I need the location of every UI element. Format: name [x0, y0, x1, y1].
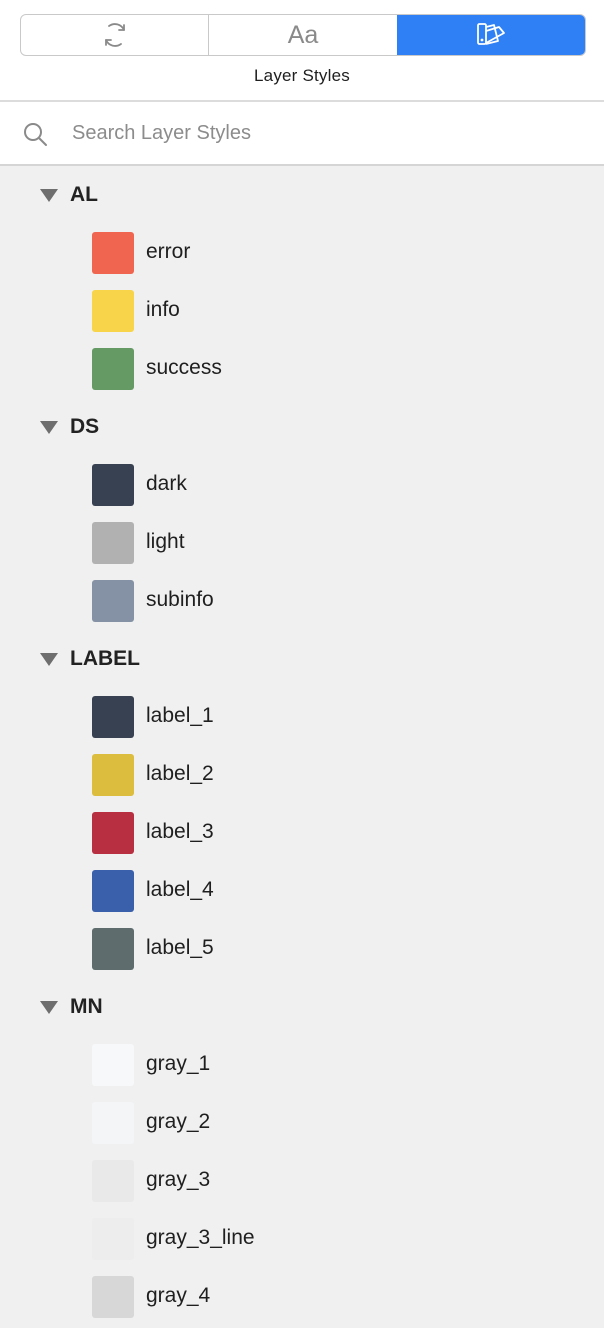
sync-icon — [104, 23, 125, 47]
style-item-gray-3[interactable]: gray_3 — [0, 1152, 604, 1210]
style-label: info — [146, 298, 180, 321]
color-swatch — [92, 870, 134, 912]
style-label: gray_2 — [146, 1110, 211, 1133]
style-label: gray_4 — [146, 1284, 211, 1307]
style-label: light — [146, 530, 185, 553]
color-swatch — [92, 1160, 134, 1202]
group-header-al[interactable]: AL — [0, 166, 604, 224]
style-item-label-1[interactable]: label_1 — [0, 688, 604, 746]
disclosure-triangle-icon[interactable] — [40, 653, 58, 666]
style-label: gray_3_line — [146, 1226, 255, 1249]
group-label: DS — [70, 415, 100, 438]
style-label: gray_3 — [146, 1168, 211, 1191]
style-item-success[interactable]: success — [0, 340, 604, 398]
text-style-icon: Aa — [287, 20, 319, 49]
tab-layer-styles[interactable] — [396, 15, 585, 55]
disclosure-triangle-icon[interactable] — [40, 421, 58, 434]
style-item-error[interactable]: error — [0, 224, 604, 282]
search-bar — [0, 102, 604, 164]
color-swatch — [92, 696, 134, 738]
style-label: success — [146, 356, 222, 379]
disclosure-triangle-icon[interactable] — [40, 1001, 58, 1014]
style-label: label_5 — [146, 936, 214, 959]
style-item-gray-3-line[interactable]: gray_3_line — [0, 1210, 604, 1268]
style-item-gray-4[interactable]: gray_4 — [0, 1268, 604, 1326]
panel-title: Layer Styles — [254, 66, 350, 85]
search-input[interactable] — [72, 114, 572, 152]
color-swatch — [92, 754, 134, 796]
color-swatch — [92, 464, 134, 506]
color-swatch — [92, 522, 134, 564]
color-swatch — [92, 580, 134, 622]
inspector-tab-switcher: Aa — [20, 14, 586, 56]
color-swatch — [92, 1102, 134, 1144]
color-swatch — [92, 812, 134, 854]
style-label: label_2 — [146, 762, 214, 785]
layer-styles-icon — [477, 23, 506, 45]
group-label: LABEL — [70, 647, 140, 670]
color-swatch — [92, 1044, 134, 1086]
search-icon — [24, 123, 47, 146]
tab-text-styles[interactable]: Aa — [208, 15, 396, 55]
style-item-gray-1[interactable]: gray_1 — [0, 1036, 604, 1094]
color-swatch — [92, 232, 134, 274]
style-item-label-4[interactable]: label_4 — [0, 862, 604, 920]
style-item-label-5[interactable]: label_5 — [0, 920, 604, 978]
style-item-gray-2[interactable]: gray_2 — [0, 1094, 604, 1152]
style-item-label-3[interactable]: label_3 — [0, 804, 604, 862]
style-label: label_4 — [146, 878, 214, 901]
color-swatch — [92, 1276, 134, 1318]
group-label: AL — [70, 183, 98, 206]
group-header-label[interactable]: LABEL — [0, 630, 604, 688]
color-swatch — [92, 928, 134, 970]
style-label: label_1 — [146, 704, 214, 727]
disclosure-triangle-icon[interactable] — [40, 189, 58, 202]
style-item-subinfo[interactable]: subinfo — [0, 572, 604, 630]
inspector-header: Aa Layer Styles — [0, 0, 604, 100]
style-item-label-2[interactable]: label_2 — [0, 746, 604, 804]
group-header-mn[interactable]: MN — [0, 978, 604, 1036]
group-header-ds[interactable]: DS — [0, 398, 604, 456]
tab-sync[interactable] — [21, 15, 208, 55]
color-swatch — [92, 348, 134, 390]
color-swatch — [92, 1218, 134, 1260]
style-label: error — [146, 240, 191, 263]
style-item-light[interactable]: light — [0, 514, 604, 572]
style-label: label_3 — [146, 820, 214, 843]
group-label: MN — [70, 995, 103, 1018]
style-item-info[interactable]: info — [0, 282, 604, 340]
style-label: subinfo — [146, 588, 214, 611]
layer-styles-list: AL error info success DS dark light subi… — [0, 166, 604, 1326]
color-swatch — [92, 290, 134, 332]
style-label: dark — [146, 472, 187, 495]
style-label: gray_1 — [146, 1052, 211, 1075]
style-item-dark[interactable]: dark — [0, 456, 604, 514]
